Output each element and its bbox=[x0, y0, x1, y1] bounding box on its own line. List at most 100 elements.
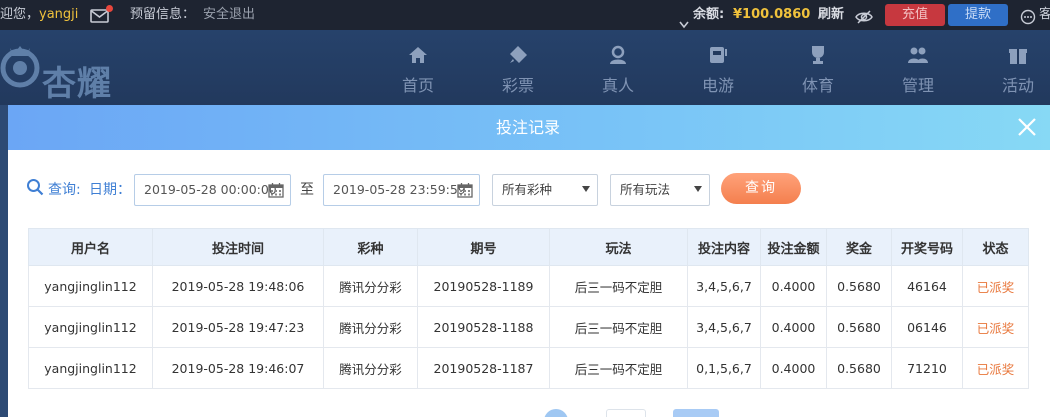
cell-issue: 20190528-1189 bbox=[417, 265, 550, 307]
cell-bet-amount: 0.4000 bbox=[760, 347, 827, 389]
lottery-type-select[interactable]: 所有彩种 bbox=[492, 174, 598, 206]
cell-prize: 0.5680 bbox=[826, 347, 892, 389]
pagination-prev-button[interactable] bbox=[544, 409, 568, 417]
query-button[interactable]: 查询 bbox=[721, 173, 801, 204]
date-to-value: 2019-05-28 23:59:59 bbox=[333, 182, 466, 197]
home-icon bbox=[409, 47, 427, 63]
eye-off-icon[interactable] bbox=[855, 7, 873, 24]
cell-lottery: 腾讯分分彩 bbox=[323, 265, 418, 307]
main-header: 杏耀 首页 彩票 真人 电游 体育 管理 活动 bbox=[0, 30, 1050, 105]
cell-play: 后三一码不定胆 bbox=[549, 347, 688, 389]
logo-emblem-icon bbox=[0, 46, 40, 88]
col-play: 玩法 bbox=[549, 228, 688, 266]
play-type-select[interactable]: 所有玩法 bbox=[610, 174, 710, 206]
cell-bet-content: 3,4,5,6,7 bbox=[687, 306, 761, 348]
cell-bet-content: 0,1,5,6,7 bbox=[687, 347, 761, 389]
table-row[interactable]: yangjinglin112 2019-05-28 19:47:23 腾讯分分彩… bbox=[28, 306, 1029, 348]
date-from-input[interactable]: 2019-05-28 00:00:00 bbox=[134, 174, 291, 206]
pagination-go-button[interactable] bbox=[673, 409, 719, 417]
col-bet-content: 投注内容 bbox=[687, 228, 761, 266]
nav-home[interactable]: 首页 bbox=[378, 30, 458, 105]
close-icon[interactable] bbox=[1016, 116, 1038, 138]
bet-records-modal: 投注记录 查询: 日期： 2019-05-28 00:00:00 至 2019-… bbox=[8, 105, 1050, 417]
caret-down-icon bbox=[582, 186, 590, 192]
cell-lottery: 腾讯分分彩 bbox=[323, 306, 418, 348]
lottery-type-value: 所有彩种 bbox=[502, 182, 553, 197]
cell-username: yangjinglin112 bbox=[28, 265, 153, 307]
nav-promotions[interactable]: 活动 bbox=[978, 30, 1050, 105]
gift-icon bbox=[1009, 49, 1027, 64]
balance-value: ¥100.0860 bbox=[733, 7, 811, 22]
modal-title: 投注记录 bbox=[495, 118, 560, 137]
site-logo[interactable]: 杏耀 bbox=[0, 38, 140, 104]
nav-label: 彩票 bbox=[501, 76, 534, 95]
col-issue: 期号 bbox=[417, 228, 550, 266]
logo-text: 杏耀 bbox=[42, 64, 112, 104]
search-icon bbox=[27, 179, 44, 196]
cell-bet-time: 2019-05-28 19:48:06 bbox=[152, 265, 324, 307]
pagination-page-input[interactable] bbox=[606, 409, 646, 417]
balance-label: 余额: bbox=[693, 7, 725, 22]
table-header-row: 用户名 投注时间 彩种 期号 玩法 投注内容 投注金额 奖金 开奖号码 状态 bbox=[28, 228, 1029, 266]
cell-play: 后三一码不定胆 bbox=[549, 306, 688, 348]
table-row[interactable]: yangjinglin112 2019-05-28 19:46:07 腾讯分分彩… bbox=[28, 347, 1029, 389]
cell-play: 后三一码不定胆 bbox=[549, 265, 688, 307]
welcome-label: 迎您， bbox=[0, 7, 40, 22]
nav-sports[interactable]: 体育 bbox=[778, 30, 858, 105]
nav-label: 电游 bbox=[701, 76, 734, 95]
col-prize: 奖金 bbox=[826, 228, 892, 266]
cell-draw-number: 06146 bbox=[891, 306, 963, 348]
customer-service-link[interactable]: 客 bbox=[1039, 0, 1050, 30]
live-dealer-icon bbox=[610, 45, 626, 64]
nav-lottery[interactable]: 彩票 bbox=[478, 30, 558, 105]
col-bet-time: 投注时间 bbox=[152, 228, 324, 266]
nav-label: 管理 bbox=[901, 76, 934, 95]
cell-status: 已派奖 bbox=[962, 347, 1029, 389]
calendar-icon[interactable] bbox=[268, 182, 284, 198]
date-to-input[interactable]: 2019-05-28 23:59:59 bbox=[323, 174, 480, 206]
notification-dot bbox=[106, 5, 113, 12]
chat-icon[interactable] bbox=[1020, 7, 1036, 25]
cell-bet-amount: 0.4000 bbox=[760, 265, 827, 307]
cell-lottery: 腾讯分分彩 bbox=[323, 347, 418, 389]
cell-username: yangjinglin112 bbox=[28, 306, 153, 348]
cell-username: yangjinglin112 bbox=[28, 347, 153, 389]
cell-draw-number: 46164 bbox=[891, 265, 963, 307]
col-bet-amount: 投注金额 bbox=[760, 228, 827, 266]
date-from-value: 2019-05-28 00:00:00 bbox=[144, 182, 277, 197]
query-label: 查询: bbox=[48, 182, 81, 198]
top-bar: 迎您，yangji 预留信息： 安全退出 余额: ¥100.0860 刷新 充值… bbox=[0, 0, 1050, 30]
welcome-text: 迎您，yangji bbox=[0, 0, 78, 30]
cell-bet-time: 2019-05-28 19:46:07 bbox=[152, 347, 324, 389]
lottery-icon bbox=[510, 46, 527, 63]
nav-slots[interactable]: 电游 bbox=[678, 30, 758, 105]
refresh-link[interactable]: 刷新 bbox=[818, 0, 844, 30]
to-label: 至 bbox=[300, 182, 314, 198]
logout-link[interactable]: 安全退出 bbox=[203, 0, 255, 30]
cell-draw-number: 71210 bbox=[891, 347, 963, 389]
play-type-value: 所有玩法 bbox=[620, 182, 671, 197]
table-row[interactable]: yangjinglin112 2019-05-28 19:48:06 腾讯分分彩… bbox=[28, 265, 1029, 307]
users-icon bbox=[908, 47, 928, 63]
nav-label: 首页 bbox=[401, 76, 434, 95]
col-status: 状态 bbox=[962, 228, 1029, 266]
calendar-icon[interactable] bbox=[457, 182, 473, 198]
cell-prize: 0.5680 bbox=[826, 265, 892, 307]
username[interactable]: yangji bbox=[39, 7, 78, 22]
cell-prize: 0.5680 bbox=[826, 306, 892, 348]
trophy-icon bbox=[812, 46, 824, 64]
reserved-info-label: 预留信息： bbox=[130, 7, 196, 22]
recharge-button[interactable]: 充值 bbox=[885, 4, 945, 26]
col-username: 用户名 bbox=[28, 228, 153, 266]
col-lottery: 彩种 bbox=[323, 228, 418, 266]
nav-management[interactable]: 管理 bbox=[878, 30, 958, 105]
nav-live-dealer[interactable]: 真人 bbox=[578, 30, 658, 105]
cell-status: 已派奖 bbox=[962, 265, 1029, 307]
mail-icon[interactable] bbox=[90, 5, 113, 24]
cell-issue: 20190528-1187 bbox=[417, 347, 550, 389]
caret-down-icon bbox=[694, 186, 702, 192]
chevron-down-icon[interactable] bbox=[679, 11, 689, 29]
nav-label: 活动 bbox=[1001, 76, 1034, 95]
withdraw-button[interactable]: 提款 bbox=[948, 4, 1008, 26]
modal-header: 投注记录 bbox=[8, 105, 1050, 150]
